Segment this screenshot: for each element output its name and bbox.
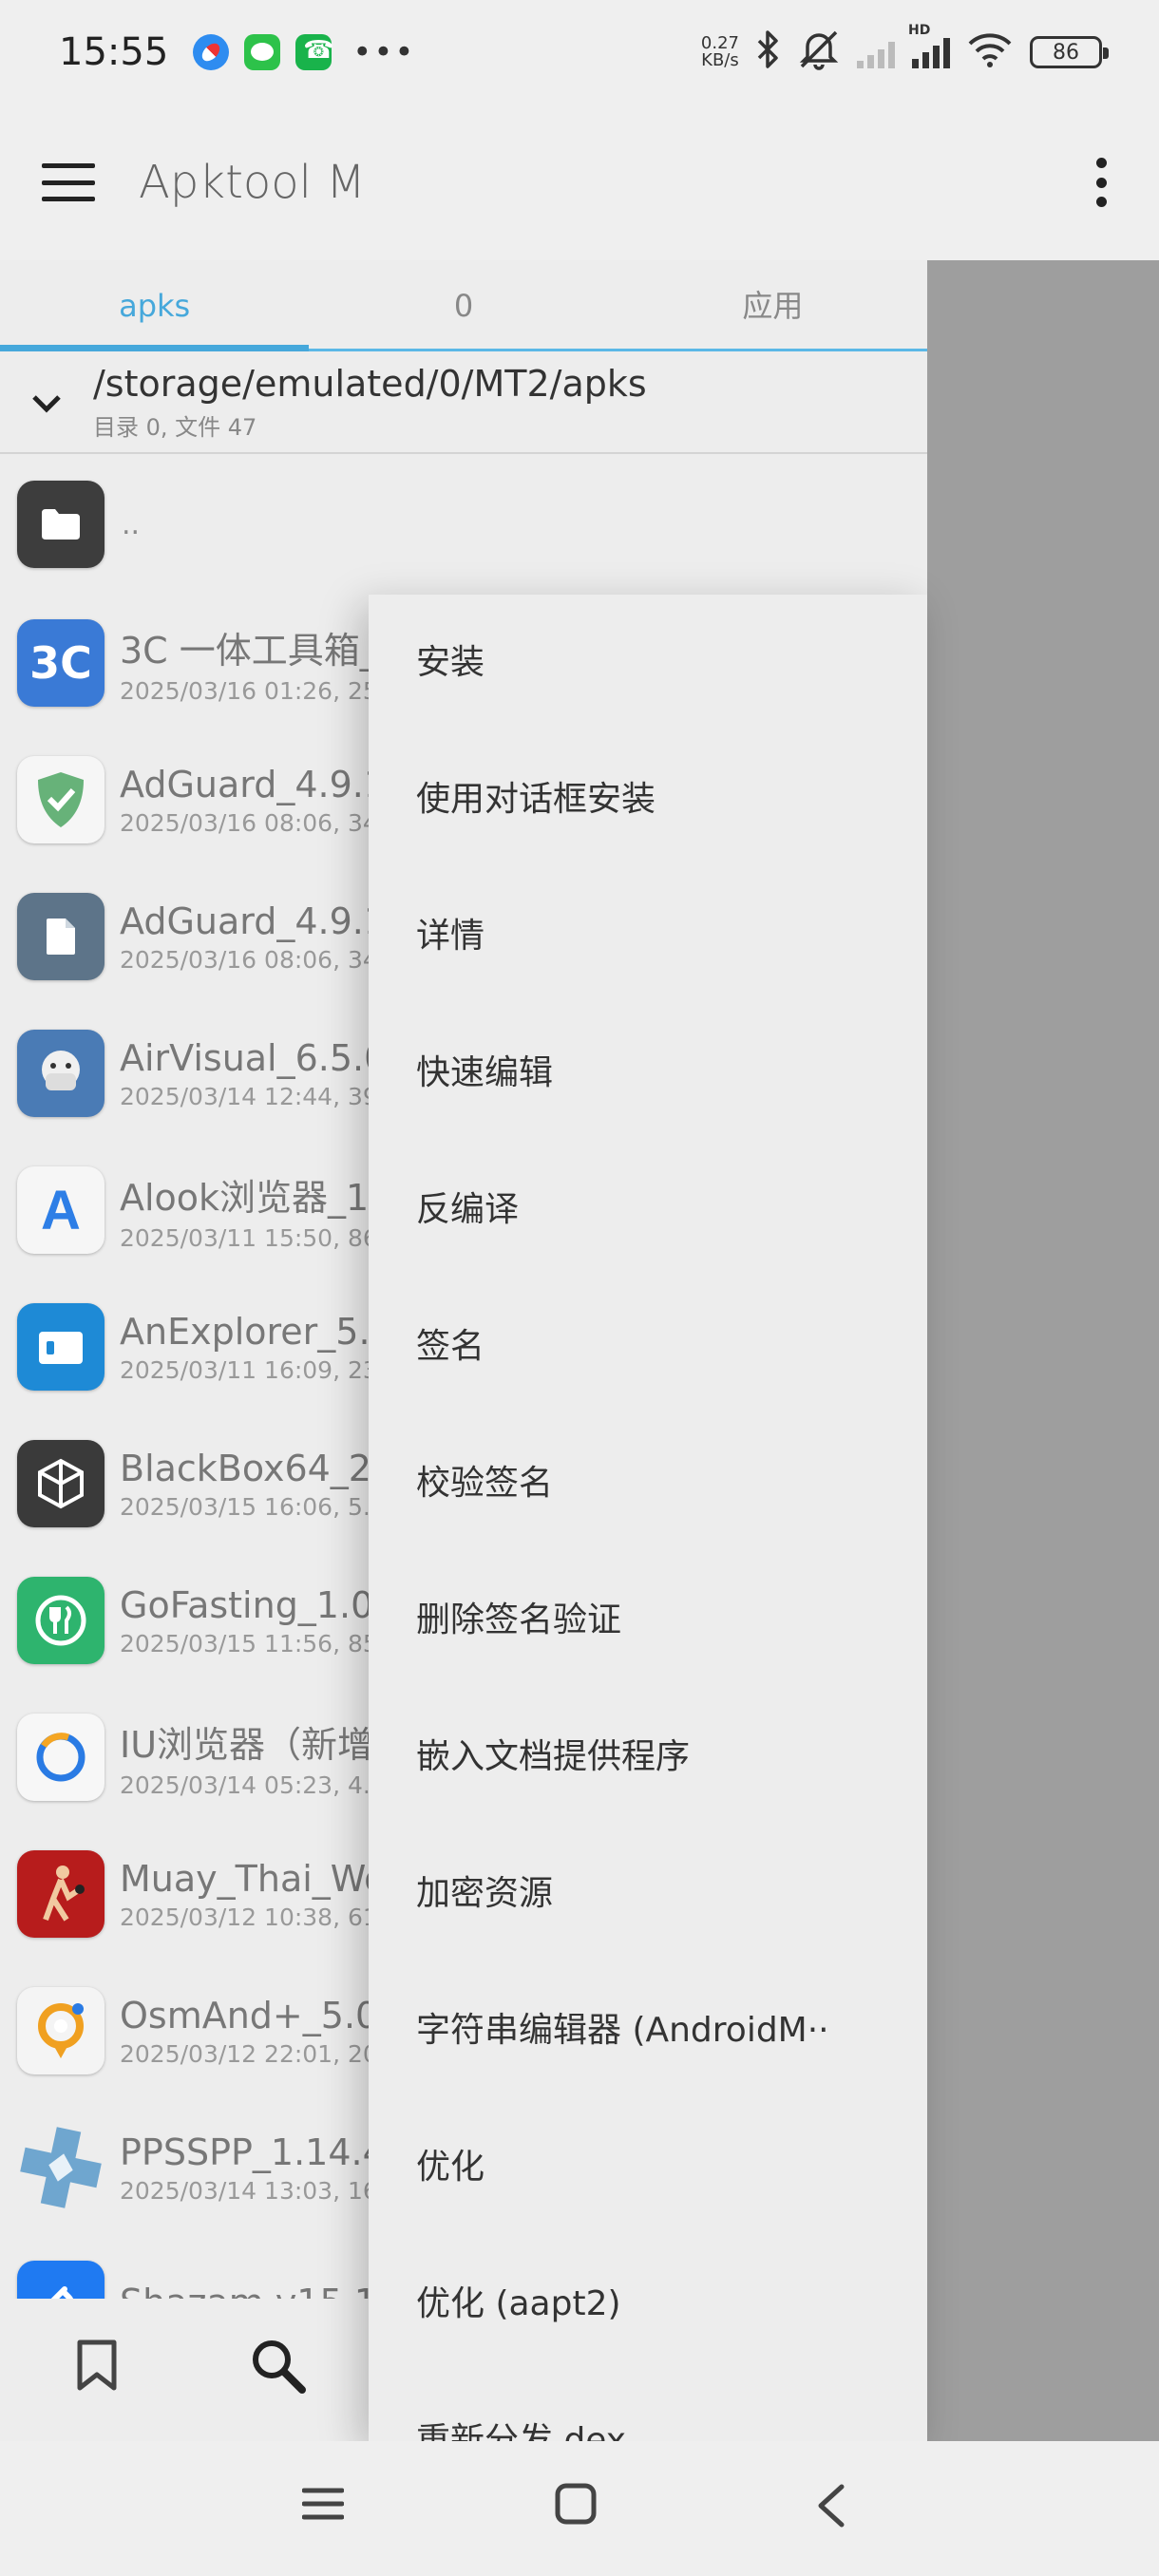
- menu-item-details[interactable]: 详情: [369, 868, 927, 1005]
- file-name: AnExplorer_5.6: [120, 1310, 393, 1353]
- menu-item-remove-signature-verification[interactable]: 删除签名验证: [369, 1552, 927, 1689]
- menu-item-install-with-dialog[interactable]: 使用对话框安装: [369, 731, 927, 868]
- file-meta: 2025/03/16 08:06, 34.: [120, 945, 386, 974]
- alook-a-icon: A: [17, 1166, 104, 1254]
- file-meta: 2025/03/14 05:23, 4.5: [120, 1771, 386, 1799]
- tab-apps[interactable]: 应用: [618, 260, 927, 349]
- app-bar: Apktool M: [0, 104, 1159, 260]
- bell-muted-icon: [798, 28, 840, 77]
- file-meta: 2025/03/12 22:01, 202: [120, 2039, 393, 2068]
- file-meta: 2025/03/15 16:06, 5.79: [120, 1492, 401, 1521]
- file-meta: 2025/03/11 15:50, 86.0: [120, 1224, 401, 1252]
- menu-item-decompile[interactable]: 反编译: [369, 1142, 927, 1279]
- hamburger-menu-icon[interactable]: [42, 163, 95, 201]
- path-bar[interactable]: /storage/emulated/0/MT2/apks 目录 0, 文件 47: [0, 351, 927, 454]
- chevron-down-icon[interactable]: [0, 381, 93, 423]
- current-path: /storage/emulated/0/MT2/apks: [93, 362, 647, 405]
- blackbox-cube-icon: [17, 1440, 104, 1527]
- recent-apps-icon[interactable]: [301, 2483, 345, 2529]
- scrim-overlay[interactable]: [927, 260, 1159, 2441]
- context-menu: 安装 使用对话框安装 详情 快速编辑 反编译 签名 校验签名 删除签名验证 嵌入…: [369, 595, 927, 2441]
- battery-indicator: 86: [1030, 36, 1109, 68]
- file-name: Alook浏览器_10: [120, 1177, 392, 1219]
- menu-item-redistribute-dex[interactable]: 重新分发 dex: [369, 2373, 927, 2441]
- muay-thai-fighter-icon: [17, 1850, 104, 1938]
- signal-sim1-icon: HD: [908, 23, 950, 68]
- menu-item-embed-document-provider[interactable]: 嵌入文档提供程序: [369, 1689, 927, 1826]
- adguard-shield-icon: [17, 756, 104, 843]
- iu-ring-icon: [17, 1714, 104, 1801]
- file-meta: 2025/03/12 10:38, 61.8: [120, 1903, 401, 1931]
- menu-item-optimize[interactable]: 优化: [369, 2099, 927, 2236]
- menu-item-sign[interactable]: 签名: [369, 1279, 927, 1415]
- status-bar: 15:55 ••• 0.27 KB/s HD 86: [0, 0, 1159, 104]
- ppsspp-dpad-icon: [17, 2124, 104, 2211]
- home-icon[interactable]: [555, 2483, 597, 2529]
- file-name: Muay_Thai_Wo: [120, 1857, 387, 1900]
- menu-item-optimize-aapt2[interactable]: 优化 (aapt2): [369, 2236, 927, 2373]
- gofasting-fork-icon: [17, 1577, 104, 1664]
- file-meta: 2025/03/14 13:03, 16.4: [120, 2176, 401, 2205]
- tab-indicator: [0, 345, 309, 351]
- phone-notification-icon: [295, 34, 334, 70]
- tab-apks[interactable]: apks: [0, 260, 309, 349]
- more-notifications-icon: •••: [352, 33, 416, 71]
- bookmark-icon[interactable]: [76, 2339, 118, 2396]
- wifi-icon: [967, 30, 1013, 75]
- menu-item-string-editor[interactable]: 字符串编辑器 (AndroidM··: [369, 1962, 927, 2099]
- network-speed: 0.27 KB/s: [700, 33, 739, 70]
- tab-bar: apks 0 应用: [0, 260, 927, 351]
- file-name: 3C 一体工具箱_: [120, 630, 378, 672]
- menu-item-verify-signature[interactable]: 校验签名: [369, 1415, 927, 1552]
- menu-item-encrypt-resources[interactable]: 加密资源: [369, 1826, 927, 1962]
- file-meta: 2025/03/16 08:06, 34.: [120, 808, 386, 837]
- search-icon[interactable]: [251, 2339, 306, 2397]
- file-name: BlackBox64_2.: [120, 1447, 384, 1489]
- overflow-menu-icon[interactable]: [1096, 158, 1108, 207]
- file-name: IU浏览器（新增: [120, 1724, 374, 1766]
- status-time: 15:55: [59, 30, 169, 74]
- document-icon: [17, 893, 104, 980]
- file-name: OsmAnd+_5.0.: [120, 1994, 390, 2036]
- back-icon[interactable]: [813, 2483, 847, 2532]
- file-meta: 2025/03/14 12:44, 39.9: [120, 1082, 401, 1110]
- app-title: Apktool M: [139, 156, 366, 209]
- tab-0[interactable]: 0: [309, 260, 618, 349]
- file-name: AdGuard_4.9.13: [120, 763, 410, 805]
- parent-directory-label: ..: [122, 507, 141, 541]
- directory-summary: 目录 0, 文件 47: [93, 413, 257, 441]
- file-name: PPSSPP_1.14.4: [120, 2131, 386, 2173]
- bluetooth-icon: [756, 29, 781, 75]
- file-meta: 2025/03/15 11:56, 85.3: [120, 1629, 401, 1657]
- file-name: AdGuard_4.9.13: [120, 900, 410, 942]
- menu-item-install[interactable]: 安装: [369, 595, 927, 731]
- file-meta: 2025/03/11 16:09, 23.1: [120, 1355, 401, 1384]
- menu-item-quick-edit[interactable]: 快速编辑: [369, 1005, 927, 1142]
- file-meta: 2025/03/16 01:26, 25.5: [120, 677, 401, 705]
- wechat-notification-icon: [244, 34, 281, 70]
- 3c-toolbox-icon: 3C: [17, 619, 104, 707]
- file-name: AirVisual_6.5.0: [120, 1036, 388, 1079]
- file-name: GoFasting_1.03: [120, 1583, 397, 1626]
- osmand-pin-icon: [17, 1987, 104, 2074]
- system-navigation-bar: [0, 2441, 1159, 2576]
- anexplorer-folder-icon: [17, 1303, 104, 1391]
- parent-directory-row[interactable]: ..: [0, 454, 927, 595]
- signal-sim2-icon: [857, 36, 895, 68]
- safari-notification-icon: [193, 34, 230, 70]
- folder-icon: [17, 481, 104, 568]
- airvisual-mask-icon: [17, 1030, 104, 1117]
